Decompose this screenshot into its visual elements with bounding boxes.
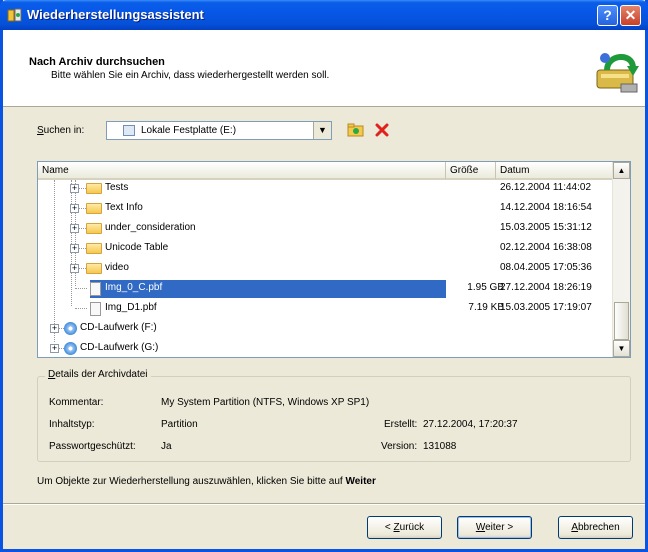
expand-icon[interactable]: + bbox=[50, 344, 59, 353]
scroll-up-icon[interactable]: ▲ bbox=[613, 162, 630, 179]
restore-wizard-icon bbox=[596, 53, 639, 93]
column-header-name[interactable]: Name bbox=[38, 162, 446, 180]
tree-item-name: under_consideration bbox=[105, 222, 196, 233]
wizard-header: Nach Archiv durchsuchen Bitte wählen Sie… bbox=[3, 30, 645, 107]
new-folder-icon[interactable] bbox=[347, 122, 365, 138]
tree-scrollbar[interactable]: ▲ ▼ bbox=[612, 162, 630, 357]
tree-item-date: 27.12.2004 18:26:19 bbox=[500, 282, 592, 293]
tree-item-date: 14.12.2004 18:16:54 bbox=[500, 202, 592, 213]
tree-row[interactable]: + under_consideration 15.03.2005 15:31:1… bbox=[38, 219, 612, 239]
content-type-value: Partition bbox=[161, 419, 198, 430]
tree-item-name: Text Info bbox=[105, 202, 143, 213]
search-in-label: Suchen in: bbox=[37, 125, 85, 136]
tree-item-size: 1.95 GB bbox=[467, 282, 504, 293]
tree-item-date: 26.12.2004 11:44:02 bbox=[500, 182, 592, 193]
drive-icon bbox=[123, 125, 135, 136]
tree-item-name: video bbox=[105, 262, 129, 273]
tree-item-date: 02.12.2004 16:38:08 bbox=[500, 242, 592, 253]
tree-item-name: Unicode Table bbox=[105, 242, 169, 253]
comment-value: My System Partition (NTFS, Windows XP SP… bbox=[161, 397, 370, 408]
tree-item-name: CD-Laufwerk (G:) bbox=[80, 342, 159, 353]
expand-icon[interactable]: + bbox=[70, 264, 79, 273]
close-button[interactable]: ✕ bbox=[620, 5, 641, 26]
folder-icon bbox=[86, 203, 102, 214]
tree-item-name: Img_D1.pbf bbox=[105, 302, 157, 313]
expand-icon[interactable]: + bbox=[70, 244, 79, 253]
tree-item-date: 15.03.2005 15:31:12 bbox=[500, 222, 592, 233]
chevron-down-icon[interactable]: ▼ bbox=[313, 122, 331, 139]
folder-icon bbox=[86, 223, 102, 234]
tree-item-name: CD-Laufwerk (F:) bbox=[80, 322, 157, 333]
archive-tree[interactable]: Name Größe Datum + Tests 26.12.2004 11:4… bbox=[37, 161, 631, 358]
created-value: 27.12.2004, 17:20:37 bbox=[423, 419, 518, 430]
version-value: 131088 bbox=[423, 441, 457, 452]
next-button[interactable]: Weiter > bbox=[457, 516, 532, 539]
scrollbar-thumb[interactable] bbox=[614, 302, 629, 340]
wizard-window: Wiederherstellungsassistent ? ✕ Nach Arc… bbox=[0, 0, 648, 552]
tree-item-name: Img_0_C.pbf bbox=[105, 282, 163, 293]
help-button[interactable]: ? bbox=[597, 5, 618, 26]
column-header-date[interactable]: Datum bbox=[496, 162, 614, 180]
tree-row[interactable]: + Text Info 14.12.2004 18:16:54 bbox=[38, 199, 612, 219]
file-icon bbox=[90, 282, 101, 296]
expand-icon[interactable]: + bbox=[50, 324, 59, 333]
instruction-text: Um Objekte zur Wiederherstellung auszuwä… bbox=[37, 476, 376, 487]
tree-row[interactable]: + CD-Laufwerk (F:) bbox=[38, 319, 612, 339]
cancel-button[interactable]: Abbrechen bbox=[558, 516, 633, 539]
content-type-label: Inhaltstyp: bbox=[49, 419, 95, 430]
footer-divider bbox=[3, 503, 645, 505]
file-icon bbox=[90, 302, 101, 316]
back-button[interactable]: < Zurück bbox=[367, 516, 442, 539]
expand-icon[interactable]: + bbox=[70, 204, 79, 213]
folder-icon bbox=[86, 263, 102, 274]
tree-row[interactable]: + CD-Laufwerk (G:) bbox=[38, 339, 612, 357]
tree-row[interactable]: + Tests 26.12.2004 11:44:02 bbox=[38, 179, 612, 199]
tree-row[interactable]: + video 08.04.2005 17:05:36 bbox=[38, 259, 612, 279]
archive-details-title: Details der Archivdatei bbox=[45, 369, 151, 380]
folder-icon bbox=[86, 243, 102, 254]
tree-item-size: 7.19 KB bbox=[468, 302, 504, 313]
window-title: Wiederherstellungsassistent bbox=[27, 7, 204, 22]
tree-row[interactable]: + Unicode Table 02.12.2004 16:38:08 bbox=[38, 239, 612, 259]
column-header-size[interactable]: Größe bbox=[446, 162, 496, 180]
expand-icon[interactable]: + bbox=[70, 184, 79, 193]
page-title: Nach Archiv durchsuchen bbox=[29, 56, 165, 68]
cd-drive-icon bbox=[64, 342, 77, 355]
tree-item-name: Tests bbox=[105, 182, 129, 193]
created-label: Erstellt: bbox=[384, 419, 418, 430]
cd-drive-icon bbox=[64, 322, 77, 335]
delete-icon[interactable] bbox=[374, 122, 390, 138]
tree-item-date: 15.03.2005 17:19:07 bbox=[500, 302, 592, 313]
drive-select-value: Lokale Festplatte (E:) bbox=[141, 125, 237, 136]
password-value: Ja bbox=[161, 441, 172, 452]
drive-select[interactable]: Lokale Festplatte (E:) ▼ bbox=[106, 121, 332, 140]
title-bar[interactable]: Wiederherstellungsassistent ? ✕ bbox=[0, 0, 648, 30]
password-label: Passwortgeschützt: bbox=[49, 441, 136, 452]
tree-row[interactable]: Img_D1.pbf 7.19 KB 15.03.2005 17:19:07 bbox=[38, 299, 612, 319]
page-subtitle: Bitte wählen Sie ein Archiv, dass wieder… bbox=[51, 70, 330, 81]
expand-icon[interactable]: + bbox=[70, 224, 79, 233]
folder-icon bbox=[86, 183, 102, 194]
comment-label: Kommentar: bbox=[49, 397, 104, 408]
app-icon bbox=[7, 8, 22, 22]
scroll-down-icon[interactable]: ▼ bbox=[613, 340, 630, 357]
version-label: Version: bbox=[381, 441, 418, 452]
tree-item-date: 08.04.2005 17:05:36 bbox=[500, 262, 592, 273]
tree-row-selected[interactable]: Img_0_C.pbf 1.95 GB 27.12.2004 18:26:19 bbox=[38, 279, 612, 299]
